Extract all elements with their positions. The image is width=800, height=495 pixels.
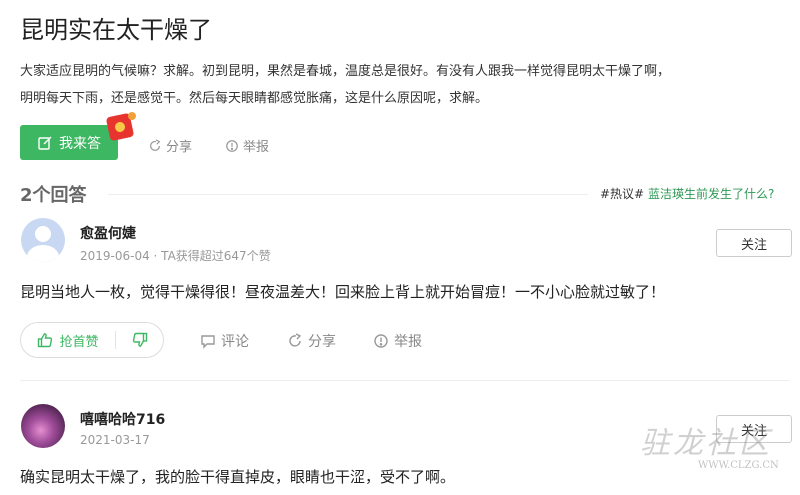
upvote-label: 抢首赞 [59, 334, 99, 350]
answer-button[interactable]: 我来答 [20, 125, 118, 160]
question-report-button[interactable]: 举报 [225, 136, 269, 155]
description-line-2: 明明每天下雨，还是感觉干。然后每天眼睛都感觉胀痛，这是什么原因呢，求解。 [20, 91, 489, 106]
share-icon [150, 138, 161, 151]
default-avatar-body [27, 245, 59, 262]
thumbs-down-icon [132, 332, 147, 347]
answer-divider [20, 380, 790, 381]
header-divider [108, 194, 588, 195]
avatar[interactable] [21, 404, 65, 448]
answer-content: 昆明当地人一枚，觉得干燥得很！昼夜温差大！回来脸上背上就开始冒痘！一不小心脸就过… [20, 283, 666, 301]
warning-icon [374, 334, 388, 348]
answer-meta: 2021-03-17 [80, 433, 150, 447]
question-description: 大家适应昆明的气候嘛？求解。初到昆明，果然是春城，温度总是很好。有没有人跟我一样… [20, 58, 790, 112]
question-share-button[interactable]: 分享 [148, 136, 192, 155]
question-report-label: 举报 [243, 140, 270, 155]
answer-report-label: 举报 [394, 334, 422, 350]
answer-author-name[interactable]: 嘻嘻哈哈716 [80, 409, 165, 429]
thumbs-up-icon [38, 333, 53, 348]
edit-icon [38, 136, 52, 150]
follow-button[interactable]: 关注 [716, 229, 792, 257]
answer-author-name[interactable]: 愈盈何婕 [80, 223, 136, 243]
description-line-1: 大家适应昆明的气候嘛？求解。初到昆明，果然是春城，温度总是很好。有没有人跟我一样… [20, 64, 671, 79]
sparkle-icon [128, 112, 136, 120]
avatar[interactable] [21, 218, 65, 262]
question-share-label: 分享 [166, 140, 193, 155]
answer-button-label: 我来答 [59, 135, 101, 152]
comment-icon [201, 335, 215, 349]
question-title: 昆明实在太干燥了 [20, 16, 212, 44]
share-icon [289, 333, 302, 347]
warning-icon [226, 139, 238, 152]
hot-topic: #热议# 蓝洁瑛生前发生了什么? [600, 185, 774, 202]
watermark-url: WWW.CLZG.CN [698, 460, 779, 471]
answer-report-button[interactable]: 举报 [373, 331, 422, 351]
answer-meta: 2019-06-04 · TA获得超过647个赞 [80, 249, 271, 263]
hot-topic-link[interactable]: 蓝洁瑛生前发生了什么? [648, 187, 774, 201]
answer-share-label: 分享 [308, 334, 336, 350]
comment-button[interactable]: 评论 [200, 331, 249, 351]
downvote-button[interactable] [116, 332, 163, 348]
hot-topic-tag: #热议# [600, 187, 645, 201]
default-avatar-head [35, 226, 51, 242]
vote-control: 抢首赞 [20, 322, 164, 358]
watermark-logo: 驻龙社区 [640, 426, 772, 461]
answer-count: 2个回答 [20, 185, 87, 206]
answer-content: 确实昆明太干燥了，我的脸干得直掉皮，眼睛也干涩，受不了啊。 [20, 468, 456, 486]
answer-share-button[interactable]: 分享 [287, 331, 336, 351]
upvote-button[interactable]: 抢首赞 [21, 331, 115, 350]
comment-label: 评论 [221, 334, 249, 350]
